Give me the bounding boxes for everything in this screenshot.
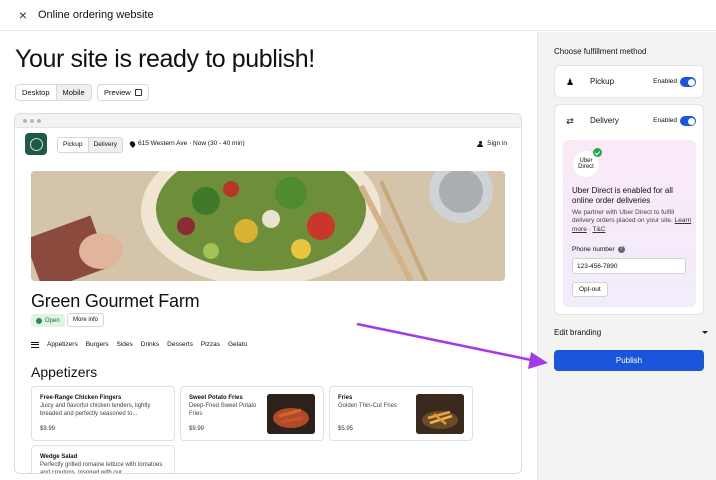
delivery-method-card: ⇄ Delivery Enabled Uber Direct Uber Dire… — [554, 104, 704, 315]
menu-nav-item[interactable]: Appetizers — [47, 341, 78, 348]
preview-label: Preview — [104, 88, 131, 97]
window-dot — [30, 118, 34, 123]
item-name: Wedge Salad — [40, 454, 78, 460]
menu-item-card[interactable]: Sweet Potato Fries Deep-Fried Sweet Pota… — [180, 386, 324, 441]
item-name: Fries — [338, 395, 353, 401]
item-price: $5.95 — [338, 426, 354, 432]
mode-pickup[interactable]: Pickup — [58, 138, 88, 152]
logo-emblem-icon — [29, 137, 43, 151]
menu-nav-item[interactable]: Gelato — [228, 341, 247, 348]
item-description: Golden Thin-Cut Fries — [338, 403, 397, 409]
menu-item-card[interactable]: Free-Range Chicken Fingers Juicy and fla… — [31, 386, 175, 441]
window-dot — [37, 118, 41, 123]
menu-item-card[interactable]: Fries Golden Thin-Cut Fries $5.95 — [329, 386, 473, 441]
tc-link[interactable]: T&C — [593, 226, 606, 233]
item-image — [267, 394, 315, 434]
site-header: Pickup Delivery 615 Western Ave · Now (3… — [15, 129, 521, 159]
more-info-button[interactable]: More info — [67, 313, 105, 327]
preview-panel: Your site is ready to publish! Desktop M… — [0, 32, 537, 480]
fulfillment-toggle: Pickup Delivery — [57, 137, 123, 153]
uber-description: We partner with Uber Direct to fulfill d… — [572, 209, 694, 234]
preview-button[interactable]: Preview — [97, 84, 149, 101]
menu-nav-item[interactable]: Pizzas — [201, 341, 220, 348]
menu-nav-item[interactable]: Desserts — [167, 341, 193, 348]
help-icon[interactable]: ? — [617, 246, 625, 253]
browser-chrome — [15, 114, 521, 128]
user-icon — [477, 140, 484, 147]
menu-nav-item[interactable]: Sides — [116, 341, 132, 348]
delivery-row: ⇄ Delivery Enabled — [555, 105, 705, 137]
opt-out-button[interactable]: Opt-out — [572, 282, 608, 297]
tab-mobile[interactable]: Mobile — [55, 85, 91, 100]
item-price: $9.99 — [189, 426, 205, 432]
uber-title: Uber Direct is enabled for all online or… — [572, 186, 673, 205]
uber-direct-panel: Uber Direct Uber Direct is enabled for a… — [563, 140, 696, 307]
menu-item-card[interactable]: Wedge Salad Perfectly grilled romaine le… — [31, 445, 175, 474]
method-state: Enabled — [653, 78, 677, 85]
publish-button[interactable]: Publish — [554, 350, 704, 371]
edit-branding-toggle[interactable]: Edit branding — [554, 328, 708, 337]
item-name: Free-Range Chicken Fingers — [40, 395, 122, 401]
method-name: Pickup — [590, 77, 615, 86]
site-preview-frame: Pickup Delivery 615 Western Ave · Now (3… — [14, 113, 522, 474]
window-dot — [23, 118, 27, 123]
method-name: Delivery — [590, 116, 619, 125]
publish-sidebar: Choose fulfillment method ♟ Pickup Enabl… — [537, 32, 716, 480]
method-state: Enabled — [653, 117, 677, 124]
delivery-icon: ⇄ — [566, 116, 574, 126]
item-name: Sweet Potato Fries — [189, 395, 243, 401]
item-description: Perfectly grilled romaine lettuce with t… — [40, 462, 163, 474]
separator: · — [588, 225, 591, 233]
location-pin-icon — [128, 139, 137, 148]
close-icon[interactable]: × — [16, 8, 30, 22]
description-text: We partner with Uber Direct to fulfill d… — [572, 209, 675, 225]
phone-number-input[interactable] — [572, 258, 686, 274]
page-title: Your site is ready to publish! — [15, 45, 315, 73]
item-price: $9.99 — [40, 426, 56, 432]
item-image — [416, 394, 464, 434]
phone-label: Phone number ? — [572, 246, 625, 253]
top-bar: × Online ordering website — [0, 0, 716, 31]
menu-nav-item[interactable]: Drinks — [141, 341, 159, 348]
item-description: Deep-Fried Sweet Potato Fries — [189, 403, 257, 417]
hero-image — [31, 171, 505, 281]
window-title: Online ordering website — [38, 9, 154, 21]
sweet-potato-fries-photo — [267, 394, 315, 434]
mode-delivery[interactable]: Delivery — [87, 138, 122, 152]
sign-in-link[interactable]: Sign in — [477, 140, 507, 147]
section-title: Appetizers — [31, 364, 98, 380]
fries-photo — [416, 394, 464, 434]
fulfillment-label: Choose fulfillment method — [554, 47, 647, 56]
restaurant-name: Green Gourmet Farm — [31, 291, 200, 311]
status-badge: Open — [31, 314, 65, 327]
external-link-icon — [134, 89, 142, 96]
delivery-address[interactable]: 615 Western Ave · Now (30 - 40 min) — [128, 139, 245, 148]
pickup-icon: ♟ — [565, 77, 575, 87]
pickup-toggle[interactable] — [680, 77, 696, 87]
edit-branding-label: Edit branding — [554, 328, 602, 337]
menu-icon[interactable] — [31, 341, 39, 348]
view-toggle: Desktop Mobile — [15, 84, 92, 101]
pickup-method-card: ♟ Pickup Enabled — [554, 65, 704, 98]
check-circle-icon — [36, 317, 42, 324]
phone-label-text: Phone number — [572, 246, 615, 253]
delivery-toggle[interactable] — [680, 116, 696, 126]
check-icon — [593, 148, 602, 157]
item-description: Juicy and flavorful chicken tenders, lig… — [40, 403, 151, 417]
sign-in-label: Sign in — [487, 140, 507, 147]
menu-nav-item[interactable]: Burgers — [86, 341, 109, 348]
chevron-down-icon — [702, 331, 708, 334]
restaurant-logo[interactable] — [25, 133, 47, 155]
pickup-row: ♟ Pickup Enabled — [555, 66, 705, 98]
logo-text: Direct — [578, 164, 594, 170]
menu-nav: Appetizers Burgers Sides Drinks Desserts… — [31, 341, 247, 348]
status-text: Open — [45, 317, 60, 324]
address-text: 615 Western Ave · Now (30 - 40 min) — [138, 140, 245, 147]
salad-photo — [31, 171, 505, 281]
tab-desktop[interactable]: Desktop — [16, 85, 56, 100]
